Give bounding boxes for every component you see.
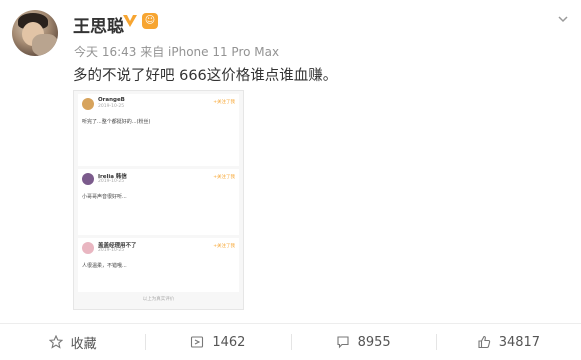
avatar[interactable] (12, 10, 58, 56)
like-button[interactable]: 34817 (435, 324, 581, 360)
reviewer-avatar (82, 242, 94, 254)
screenshot-footer: 以上为真实评价 (142, 297, 175, 302)
review-text: 人很温柔，不错哦... (82, 263, 127, 269)
repost-icon (191, 336, 204, 348)
attached-screenshot[interactable]: OrangeB 2019-10-25 +关注了我 听完了...整个都挺好的...… (73, 90, 244, 310)
collect-button[interactable]: 收藏 (0, 324, 145, 360)
post-meta: 今天 16:43 来自 iPhone 11 Pro Max (74, 45, 280, 59)
post-toolbar: 收藏 1462 8955 34817 (0, 324, 581, 360)
review-follow: +关注了我 (213, 175, 235, 180)
review-card: OrangeB 2019-10-25 +关注了我 听完了...整个都挺好的...… (78, 94, 239, 166)
avatar-cat (32, 34, 58, 56)
reviewer-avatar (82, 173, 94, 185)
verified-v-icon (123, 15, 137, 27)
review-card: Irelia 韩信 2019-10-25 +关注了我 小哥哥声音很好听... (78, 169, 239, 235)
repost-button[interactable]: 1462 (145, 324, 290, 360)
like-count: 34817 (498, 334, 541, 350)
weibo-post: 王思聪 ☺ 今天 16:43 来自 iPhone 11 Pro Max 多的不说… (0, 0, 581, 360)
reviewer-avatar (82, 98, 94, 110)
post-text: 多的不说了好吧 666这价格谁点谁血赚。 (73, 68, 338, 84)
thumbs-up-icon (478, 335, 490, 349)
review-time: 2019-10-25 (98, 179, 125, 184)
review-text: 小哥哥声音很好听... (82, 194, 127, 200)
comment-button[interactable]: 8955 (290, 324, 436, 360)
comment-count: 8955 (357, 334, 391, 350)
review-follow: +关注了我 (213, 244, 235, 249)
collect-label: 收藏 (70, 336, 97, 352)
comment-icon (337, 336, 349, 349)
review-time: 2019-10-25 (98, 104, 125, 109)
review-follow: +关注了我 (213, 100, 235, 105)
chevron-down-icon[interactable] (558, 14, 568, 24)
review-card: 盖盖经理用不了 2019-10-25 +关注了我 人很温柔，不错哦... (78, 238, 239, 292)
author-name[interactable]: 王思聪 (73, 12, 124, 37)
star-icon (48, 335, 63, 349)
review-time: 2019-10-25 (98, 248, 125, 253)
reviewer-name: OrangeB (98, 97, 125, 103)
review-text: 听完了...整个都挺好的...(粉丝) (82, 119, 151, 125)
vip-badge-icon: ☺ (142, 13, 158, 29)
repost-count: 1462 (212, 334, 246, 350)
